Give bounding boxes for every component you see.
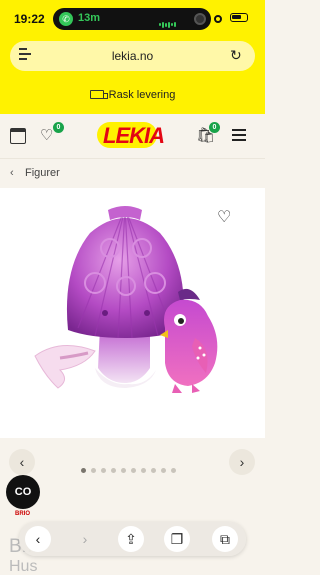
lekia-logo[interactable]: LEKIA bbox=[103, 120, 165, 152]
audio-wave-icon bbox=[159, 16, 181, 28]
record-indicator-icon bbox=[214, 15, 222, 23]
co-chat-button[interactable]: CO bbox=[6, 475, 40, 509]
menu-icon[interactable] bbox=[232, 129, 246, 145]
active-call-pill[interactable]: ✆ 13m bbox=[53, 8, 211, 30]
bookmarks-icon[interactable]: ❐ bbox=[164, 526, 190, 552]
store-icon[interactable] bbox=[10, 128, 26, 144]
share-icon[interactable]: ⇪ bbox=[118, 526, 144, 552]
status-bar: 19:22 ✆ 13m bbox=[0, 0, 265, 36]
carousel-dot[interactable] bbox=[101, 468, 106, 473]
carousel-dot[interactable] bbox=[141, 468, 146, 473]
cart-count-badge: 0 bbox=[209, 122, 220, 133]
clock: 19:22 bbox=[14, 12, 45, 26]
breadcrumb: ‹ Figurer bbox=[0, 158, 265, 188]
phone-icon: ✆ bbox=[59, 12, 73, 26]
carousel-dot[interactable] bbox=[111, 468, 116, 473]
carousel-dot[interactable] bbox=[81, 468, 86, 473]
call-timer: 13m bbox=[78, 12, 101, 24]
cart-bag-icon[interactable]: 🛍 0 bbox=[196, 122, 220, 144]
carousel-dots bbox=[81, 460, 181, 478]
previous-image-button[interactable]: ‹ bbox=[9, 449, 35, 475]
chevron-left-icon[interactable]: ‹ bbox=[10, 167, 14, 179]
wishlist-heart-icon[interactable]: ♡ 0 bbox=[40, 122, 64, 144]
browser-address-area: lekia.no ↻ bbox=[0, 36, 265, 76]
image-carousel-controls: ‹ › bbox=[0, 438, 265, 488]
carousel-dot[interactable] bbox=[161, 468, 166, 473]
tabs-icon[interactable]: ⧉ bbox=[212, 526, 238, 552]
truck-icon bbox=[89, 90, 108, 99]
url-text: lekia.no bbox=[111, 49, 154, 63]
product-info-area: CO BRIO B... Hus ‹ › ⇪ ❐ ⧉ bbox=[0, 475, 265, 575]
carousel-dot[interactable] bbox=[131, 468, 136, 473]
carousel-dot[interactable] bbox=[171, 468, 176, 473]
breadcrumb-link[interactable]: Figurer bbox=[25, 167, 60, 179]
address-bar[interactable]: lekia.no ↻ bbox=[10, 41, 255, 71]
carousel-dot[interactable] bbox=[121, 468, 126, 473]
product-title-line2: Hus bbox=[9, 558, 38, 575]
delivery-text: Rask levering bbox=[108, 89, 176, 101]
browser-toolbar: ‹ › ⇪ ❐ ⧉ bbox=[19, 522, 246, 556]
site-header: ♡ 0 LEKIA 🛍 0 bbox=[0, 114, 265, 158]
product-image bbox=[34, 206, 218, 393]
wishlist-count-badge: 0 bbox=[53, 122, 64, 133]
brand-logo: BRIO bbox=[15, 511, 30, 517]
carousel-dot[interactable] bbox=[91, 468, 96, 473]
carousel-dot[interactable] bbox=[151, 468, 156, 473]
forward-button[interactable]: › bbox=[72, 526, 98, 552]
next-image-button[interactable]: › bbox=[229, 449, 255, 475]
back-button[interactable]: ‹ bbox=[25, 526, 51, 552]
battery-icon bbox=[230, 13, 248, 22]
camera-dot-icon bbox=[194, 13, 206, 25]
reload-icon[interactable]: ↻ bbox=[230, 47, 246, 63]
product-image-area: ♡ bbox=[0, 188, 265, 438]
delivery-banner: Rask levering bbox=[0, 76, 265, 114]
